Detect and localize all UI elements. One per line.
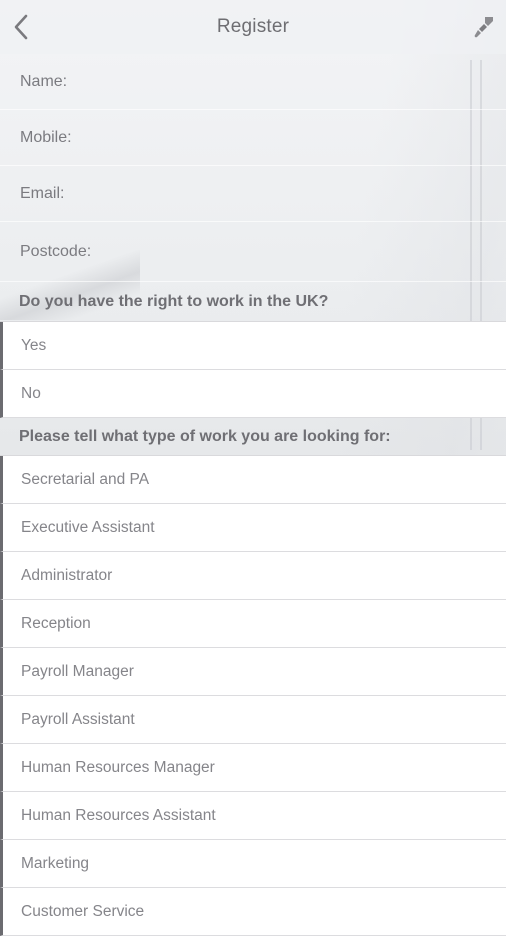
- work-option-payroll-manager[interactable]: Payroll Manager: [0, 648, 506, 696]
- work-option-customer-service[interactable]: Customer Service: [0, 888, 506, 936]
- work-option-payroll-assistant[interactable]: Payroll Assistant: [0, 696, 506, 744]
- chevron-left-icon: [14, 14, 28, 40]
- work-option-administrator[interactable]: Administrator: [0, 552, 506, 600]
- option-yes[interactable]: Yes: [0, 322, 506, 370]
- back-button[interactable]: [6, 9, 36, 45]
- work-type-question: Please tell what type of work you are lo…: [0, 418, 506, 456]
- postcode-label: Postcode:: [20, 242, 92, 260]
- email-field: Email:: [0, 165, 506, 222]
- option-no[interactable]: No: [0, 370, 506, 418]
- work-option-hr-assistant[interactable]: Human Resources Assistant: [0, 792, 506, 840]
- nav-bar: Register: [0, 0, 506, 54]
- brush-icon: [474, 17, 493, 38]
- name-label: Name:: [20, 72, 68, 90]
- mobile-field: Mobile:: [0, 109, 506, 166]
- work-option-reception[interactable]: Reception: [0, 600, 506, 648]
- right-to-work-question: Do you have the right to work in the UK?: [0, 282, 506, 322]
- mobile-input[interactable]: [77, 109, 506, 166]
- name-input[interactable]: [73, 53, 506, 110]
- work-option-executive-assistant[interactable]: Executive Assistant: [0, 504, 506, 552]
- page-title: Register: [216, 16, 290, 37]
- email-input[interactable]: [70, 165, 506, 222]
- work-option-hr-manager[interactable]: Human Resources Manager: [0, 744, 506, 792]
- work-option-secretarial[interactable]: Secretarial and PA: [0, 456, 506, 504]
- brush-button[interactable]: [470, 12, 498, 42]
- mobile-label: Mobile:: [20, 128, 72, 146]
- name-field: Name:: [0, 53, 506, 110]
- postcode-field: Postcode:: [0, 221, 506, 282]
- register-page: Register Name: Mobile: Email: Postcode: …: [0, 0, 506, 936]
- work-option-marketing[interactable]: Marketing: [0, 840, 506, 888]
- postcode-input[interactable]: [97, 221, 506, 282]
- email-label: Email:: [20, 184, 65, 202]
